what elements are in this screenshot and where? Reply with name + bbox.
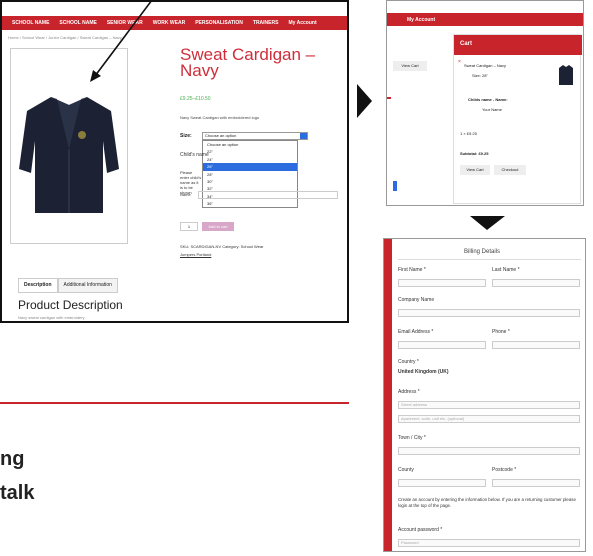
partial-heading-line2: talk	[0, 482, 35, 504]
cart-item-name[interactable]: Sweat Cardigan – Navy	[464, 63, 524, 68]
cart-item-size: Size: 28"	[472, 73, 488, 78]
cart-title: Cart	[460, 41, 473, 47]
pointer-arrow-line	[94, 0, 153, 77]
divider	[398, 259, 581, 260]
partial-heading-line1: ng	[0, 448, 25, 470]
company-input[interactable]	[398, 309, 580, 317]
divider-line	[0, 402, 349, 404]
county-label: County	[398, 467, 414, 473]
postcode-input[interactable]	[492, 479, 580, 487]
main-nav-bar: My Account	[387, 13, 583, 26]
last-name-label: Last Name *	[492, 267, 520, 273]
flow-arrow-down-icon	[470, 216, 505, 230]
password-input[interactable]: Password	[398, 539, 580, 547]
cart-subtotal: Subtotal: £9.25	[460, 151, 489, 156]
email-input[interactable]	[398, 341, 486, 349]
country-value[interactable]: United Kingdom (UK)	[398, 369, 449, 375]
view-cart-side-button[interactable]: View Cart	[393, 61, 427, 71]
street-input[interactable]: Street address	[398, 401, 580, 409]
nav-item-my-account[interactable]: My Account	[407, 17, 435, 23]
flow-arrow-right-icon	[357, 84, 372, 118]
accent-mark	[393, 181, 397, 191]
create-account-text: Create an account by entering the inform…	[398, 497, 576, 508]
mini-cart: Cart × Sweat Cardigan – Navy Size: 28" C…	[453, 34, 582, 204]
childs-name-line: Childs name - Name:	[468, 97, 508, 102]
cart-header: Cart	[454, 35, 582, 55]
country-label: Country *	[398, 359, 419, 365]
town-label: Town / City *	[398, 435, 426, 441]
accent-mark	[387, 97, 391, 99]
phone-input[interactable]	[492, 341, 580, 349]
email-label: Email Address *	[398, 329, 434, 335]
billing-details-screenshot: Billing Details First Name * Last Name *…	[383, 238, 586, 552]
phone-label: Phone *	[492, 329, 510, 335]
apartment-input[interactable]: Apartment, suite, unit etc. (optional)	[398, 415, 580, 423]
county-input[interactable]	[398, 479, 486, 487]
billing-title: Billing Details	[464, 249, 501, 255]
qty-price: 1 × £9.25	[460, 131, 477, 136]
company-label: Company Name	[398, 297, 435, 303]
your-name-value: Your Name	[482, 107, 502, 112]
postcode-label: Postcode *	[492, 467, 517, 473]
cart-screenshot: My Account View Cart Cart × Sweat Cardig…	[386, 0, 584, 206]
pointer-arrow-head	[90, 70, 101, 82]
checkout-button[interactable]: Checkout	[494, 165, 526, 175]
first-name-input[interactable]	[398, 279, 486, 287]
town-input[interactable]	[398, 447, 580, 455]
account-password-label: Account password *	[398, 527, 443, 533]
accent-strip	[384, 239, 392, 551]
cart-thumbnail-image	[559, 65, 573, 85]
remove-item-icon[interactable]: ×	[458, 59, 461, 65]
first-name-label: First Name *	[398, 267, 426, 273]
address-label: Address *	[398, 389, 420, 395]
last-name-input[interactable]	[492, 279, 580, 287]
view-cart-button[interactable]: View Cart	[460, 165, 490, 175]
